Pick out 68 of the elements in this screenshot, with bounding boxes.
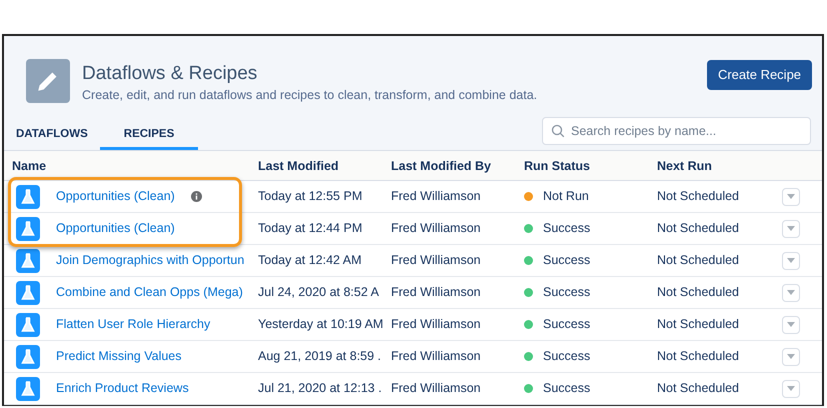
search-field[interactable]: Search recipes by name...: [542, 117, 811, 145]
table-cell: Fred Williamson: [391, 253, 481, 268]
search-icon: [551, 124, 565, 138]
column-header: Last Modified: [258, 158, 339, 172]
row-menu-button[interactable]: [782, 220, 800, 238]
recipe-link[interactable]: Predict Missing Values: [56, 347, 182, 366]
flask-icon: [16, 376, 40, 400]
row-menu-button[interactable]: [782, 284, 800, 302]
table-cell: Not Scheduled: [657, 221, 740, 236]
pencil-icon: [26, 59, 70, 103]
table-cell: Fred Williamson: [391, 317, 481, 332]
table-cell: Not Scheduled: [657, 285, 740, 300]
recipe-link[interactable]: Enrich Product Reviews: [56, 379, 189, 398]
row-menu-button[interactable]: [782, 252, 800, 270]
column-header: Run Status: [524, 158, 590, 172]
table-cell: Today at 12:42 AM: [258, 253, 362, 268]
recipe-link[interactable]: Join Demographics with Opportun: [56, 251, 244, 270]
column-header: Name: [12, 158, 46, 172]
table-cell: Yesterday at 10:19 AM: [258, 317, 384, 332]
flask-icon: [16, 280, 40, 304]
table-cell: Not Scheduled: [657, 317, 740, 332]
row-menu-button[interactable]: [782, 316, 800, 334]
table-cell: Fred Williamson: [391, 285, 481, 300]
page-subtitle: Create, edit, and run dataflows and recipes to clean, transform, and combine data.: [82, 87, 538, 104]
table-cell: Jul 24, 2020 at 8:52 A: [258, 285, 379, 300]
table-cell-text: Success: [543, 220, 590, 238]
recipe-link[interactable]: Flatten User Role Hierarchy: [56, 315, 210, 334]
table-cell-text: Success: [543, 348, 590, 366]
recipe-link[interactable]: Opportunities (Clean): [56, 219, 175, 238]
row-menu-button[interactable]: [782, 348, 800, 366]
recipe-link[interactable]: Opportunities (Clean): [56, 187, 175, 206]
create-recipe-button[interactable]: Create Recipe: [707, 60, 812, 90]
flask-icon: [16, 344, 40, 368]
table-cell: Today at 12:44 PM: [258, 221, 362, 236]
table-cell: Aug 21, 2019 at 8:59 .: [258, 349, 382, 364]
column-header: Last Modified By: [391, 158, 492, 172]
tab[interactable]: DATAFLOWS: [4, 122, 100, 150]
caret-icon: [787, 258, 795, 263]
caret-icon: [787, 386, 795, 391]
row-menu-button[interactable]: [782, 188, 800, 206]
caret-icon: [787, 290, 795, 295]
caret-icon: [787, 322, 795, 327]
table-cell: Not Scheduled: [657, 189, 740, 204]
table-cell: Fred Williamson: [391, 349, 481, 364]
flask-icon: [16, 248, 40, 272]
table-cell: Not Scheduled: [657, 381, 740, 396]
page-title: Dataflows & Recipes: [82, 62, 258, 86]
caret-icon: [787, 194, 795, 199]
table-cell-text: Success: [543, 316, 590, 334]
table-cell-text: Success: [543, 284, 590, 302]
table-cell: Fred Williamson: [391, 189, 481, 204]
table-cell: Today at 12:55 PM: [258, 189, 362, 204]
row-menu-button[interactable]: [782, 380, 800, 398]
table-cell-text: Success: [543, 252, 590, 270]
table-cell: Not Scheduled: [657, 349, 740, 364]
flask-icon: [16, 216, 40, 240]
caret-icon: [787, 354, 795, 359]
flask-icon: [16, 184, 40, 208]
caret-icon: [787, 226, 795, 231]
column-header: Next Run: [657, 158, 712, 172]
table-cell-text: Success: [543, 380, 590, 398]
flask-icon: [16, 312, 40, 336]
table-cell: Fred Williamson: [391, 381, 481, 396]
table-cell: Fred Williamson: [391, 221, 481, 236]
table-cell: Jul 21, 2020 at 12:13 .: [258, 381, 382, 396]
table-cell: Not Scheduled: [657, 253, 740, 268]
table-cell-text: Not Run: [543, 188, 589, 206]
recipe-link[interactable]: Combine and Clean Opps (Mega): [56, 283, 243, 302]
